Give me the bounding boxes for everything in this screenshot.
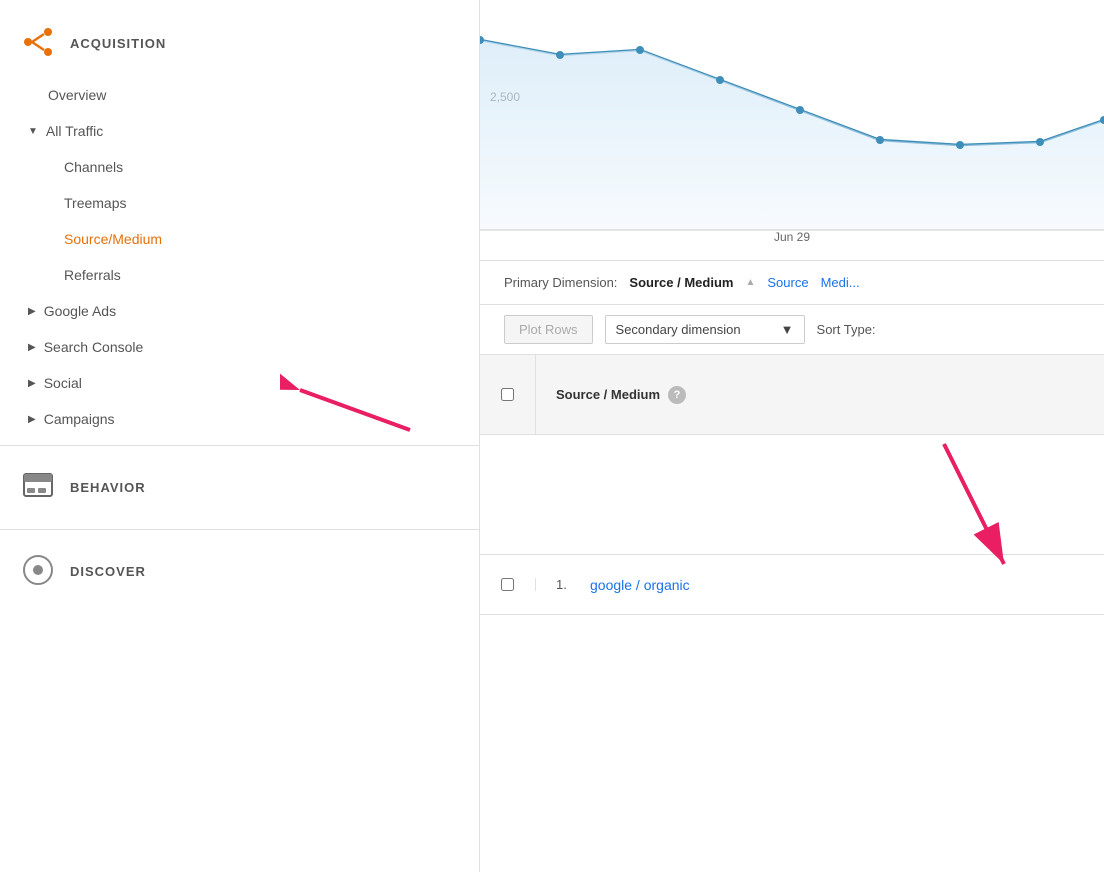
- expand-arrow-google-ads: ▶: [28, 306, 36, 317]
- expand-arrow-search-console: ▶: [28, 342, 36, 353]
- row-number: 1.: [556, 577, 580, 592]
- behavior-header: BEHAVIOR: [0, 454, 479, 521]
- table-col-source-medium-label: Source / Medium: [556, 387, 660, 402]
- sidebar-item-treemaps[interactable]: Treemaps: [0, 185, 479, 221]
- expand-arrow-campaigns: ▶: [28, 414, 36, 425]
- expand-arrow-all-traffic: ▼: [28, 126, 38, 137]
- table-row-checkbox-col: [480, 578, 536, 591]
- table-header-row: Source / Medium ?: [480, 355, 1104, 435]
- help-icon[interactable]: ?: [668, 386, 686, 404]
- chart-area: 2,500: [480, 0, 1104, 261]
- primary-dim-label: Primary Dimension:: [504, 275, 617, 290]
- sort-type-label: Sort Type:: [817, 322, 876, 337]
- sidebar-item-source-medium[interactable]: Source/Medium: [0, 221, 479, 257]
- primary-dim-source-link[interactable]: Source: [767, 275, 808, 290]
- expand-arrow-social: ▶: [28, 378, 36, 389]
- sidebar-item-search-console[interactable]: ▶ Search Console: [0, 329, 479, 365]
- table-spacer-row: [480, 435, 1104, 555]
- discover-title: DISCOVER: [70, 564, 146, 579]
- sidebar-divider-1: [0, 445, 479, 446]
- secondary-dimension-dropdown[interactable]: Secondary dimension ▼: [605, 315, 805, 344]
- table-header-source-medium-col: Source / Medium ?: [536, 355, 1104, 434]
- primary-dim-indicator: ▲: [745, 277, 755, 288]
- acquisition-header: ACQUISITION: [0, 10, 479, 77]
- sidebar-divider-2: [0, 529, 479, 530]
- discover-icon: [20, 552, 56, 591]
- table-header-checkbox-col: [480, 355, 536, 434]
- primary-dim-medium-link[interactable]: Medi...: [821, 275, 860, 290]
- acquisition-icon: [20, 24, 56, 63]
- table-header-checkbox[interactable]: [501, 388, 514, 401]
- sidebar-item-all-traffic[interactable]: ▼ All Traffic: [0, 113, 479, 149]
- sidebar: ACQUISITION Overview ▼ All Traffic Chann…: [0, 0, 480, 872]
- plot-rows-button[interactable]: Plot Rows: [504, 315, 593, 344]
- primary-dim-active: Source / Medium: [629, 275, 733, 290]
- table-row-checkbox[interactable]: [501, 578, 514, 591]
- sidebar-item-overview[interactable]: Overview: [0, 77, 479, 113]
- sidebar-item-campaigns[interactable]: ▶ Campaigns: [0, 401, 479, 437]
- primary-dimension-row: Primary Dimension: Source / Medium ▲ Sou…: [480, 261, 1104, 305]
- chart-container: 2,500: [480, 0, 1104, 260]
- chevron-down-icon: ▼: [781, 322, 794, 337]
- sidebar-item-referrals[interactable]: Referrals: [0, 257, 479, 293]
- behavior-icon: [20, 468, 56, 507]
- acquisition-title: ACQUISITION: [70, 36, 166, 51]
- discover-header: DISCOVER: [0, 538, 479, 605]
- toolbar-row: Plot Rows Secondary dimension ▼ Sort Typ…: [480, 305, 1104, 355]
- sidebar-item-social[interactable]: ▶ Social: [0, 365, 479, 401]
- sidebar-item-google-ads[interactable]: ▶ Google Ads: [0, 293, 479, 329]
- pink-arrow-annotation: [924, 424, 1044, 584]
- behavior-title: BEHAVIOR: [70, 480, 146, 495]
- sidebar-item-channels[interactable]: Channels: [0, 149, 479, 185]
- row-link-google-organic[interactable]: google / organic: [590, 577, 690, 593]
- chart-x-label: Jun 29: [774, 230, 810, 244]
- table-area: Source / Medium ?: [480, 355, 1104, 872]
- main-content: 2,500: [480, 0, 1104, 872]
